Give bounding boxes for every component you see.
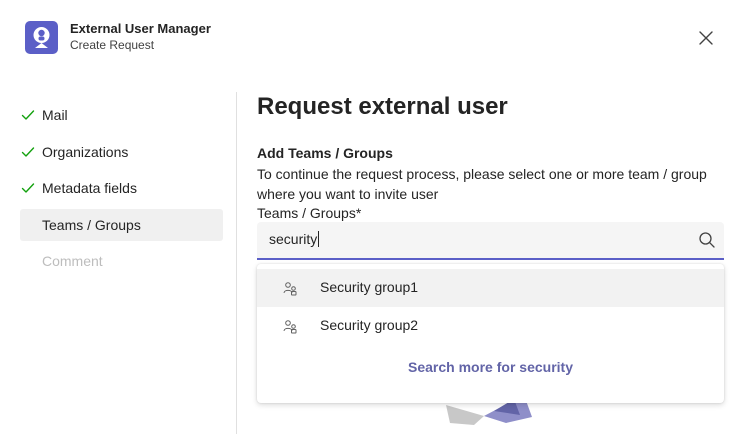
- step-label: Organizations: [42, 143, 129, 160]
- close-button[interactable]: [693, 25, 719, 51]
- search-results-dropdown: Security group1 Security group2 Search m…: [257, 264, 724, 403]
- option-security-group2[interactable]: Security group2: [257, 307, 724, 345]
- search-more-link[interactable]: Search more for security: [257, 359, 724, 375]
- step-metadata-fields[interactable]: Metadata fields: [20, 172, 223, 204]
- option-label: Security group1: [320, 279, 419, 295]
- vertical-divider: [236, 92, 237, 434]
- close-icon: [699, 31, 713, 45]
- step-mail[interactable]: Mail: [20, 99, 223, 131]
- step-comment: Comment: [20, 245, 223, 277]
- teams-groups-search-input[interactable]: security: [257, 222, 724, 260]
- section-description: To continue the request process, please …: [257, 166, 707, 202]
- group-icon: [283, 282, 297, 296]
- step-label: Teams / Groups: [42, 216, 141, 233]
- app-logo: [25, 21, 58, 54]
- option-label: Security group2: [320, 317, 419, 333]
- checkmark-icon: [21, 146, 35, 157]
- step-list: Mail Organizations Metadata fields Teams…: [20, 99, 223, 282]
- user-manager-icon: [33, 27, 50, 48]
- teams-groups-field-label: Teams / Groups*: [257, 205, 362, 221]
- group-icon: [283, 320, 297, 334]
- option-security-group1[interactable]: Security group1: [257, 269, 724, 307]
- search-input-value[interactable]: security: [269, 231, 319, 247]
- step-organizations[interactable]: Organizations: [20, 136, 223, 168]
- checkmark-icon: [21, 110, 35, 120]
- section-title: Add Teams / Groups: [257, 145, 393, 161]
- step-label: Comment: [42, 253, 103, 269]
- step-teams-groups[interactable]: Teams / Groups: [20, 208, 223, 241]
- app-name: External User Manager: [70, 21, 211, 36]
- app-subtitle: Create Request: [70, 38, 155, 52]
- checkmark-icon: [21, 183, 35, 193]
- search-icon[interactable]: [698, 231, 716, 249]
- step-label: Metadata fields: [42, 180, 137, 196]
- page-title: Request external user: [257, 93, 508, 120]
- step-label: Mail: [42, 107, 68, 123]
